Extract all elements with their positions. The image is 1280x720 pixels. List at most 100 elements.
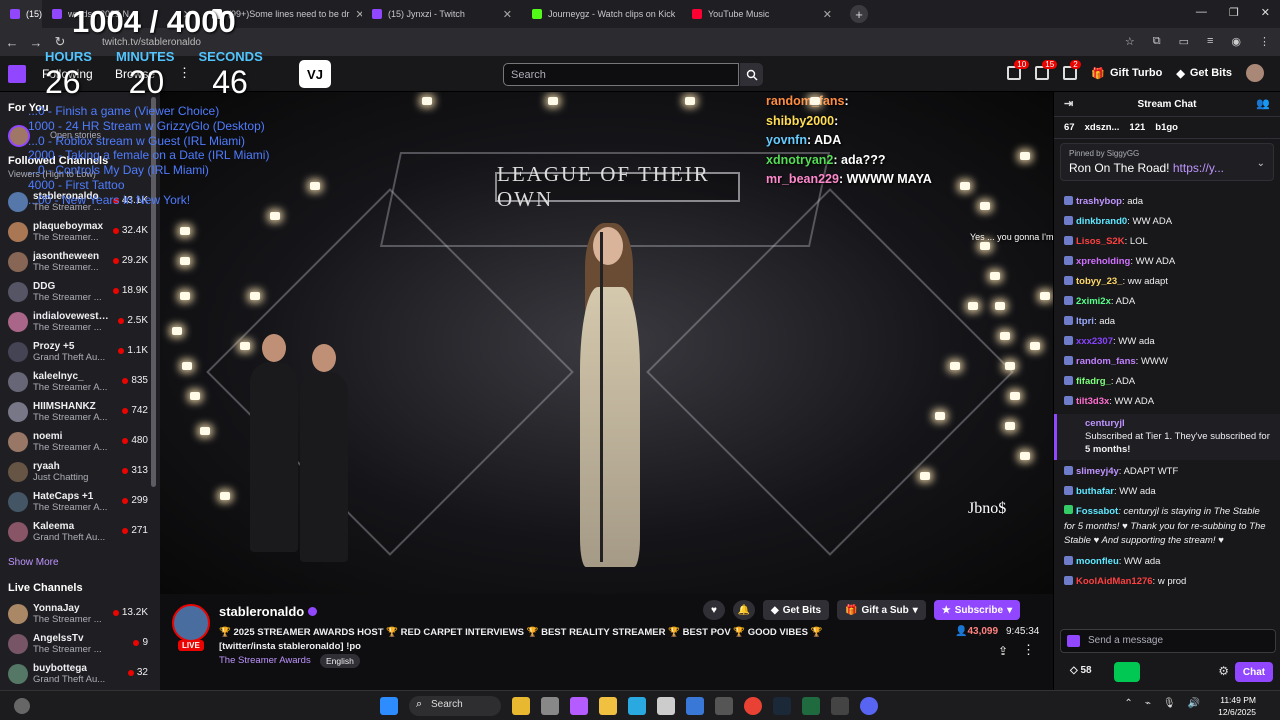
widgets-icon[interactable] <box>14 698 30 714</box>
chat-username[interactable]: trashybop <box>1076 196 1122 207</box>
network-icon[interactable]: ⌁ <box>1145 698 1151 709</box>
mail-icon[interactable] <box>686 697 704 715</box>
sidebar-channel[interactable]: Kaleema Grand Theft Au... 271 <box>8 517 148 547</box>
subscribe-button[interactable]: ★ Subscribe ▾ <box>933 600 1021 620</box>
show-more-link[interactable]: Show More <box>8 557 59 568</box>
chat-message[interactable]: xxx2307: WW ada <box>1054 332 1280 352</box>
chat-username[interactable]: buthafar <box>1076 486 1114 497</box>
whispers-icon[interactable]: 15 <box>1035 60 1058 80</box>
pinned-message[interactable]: Pinned by SiggyGG Ron On The Road! https… <box>1060 143 1274 181</box>
chat-message[interactable]: dinkbrand0: WW ADA <box>1054 212 1280 232</box>
chat-message[interactable]: moonfleu: WW ada <box>1054 552 1280 572</box>
leaderboard-entry[interactable]: 121 <box>1129 122 1145 133</box>
chevron-down-icon[interactable]: ⌄ <box>1257 158 1265 169</box>
search-input[interactable]: Search <box>503 63 739 86</box>
stream-category[interactable]: The Streamer Awards <box>219 655 311 666</box>
sidebar-channel[interactable]: AngelssTv The Streamer ... 9 <box>8 629 148 659</box>
sidebar-channel[interactable]: plaqueboymax The Streamer... 32.4K <box>8 217 148 247</box>
browser-tab[interactable]: Journeygz - Watch clips on Kick✕ <box>522 0 682 28</box>
reload-icon[interactable]: ↻ <box>48 34 72 50</box>
sidebar-channel[interactable]: Prozy +5 Grand Theft Au... 1.1K <box>8 337 148 367</box>
language-tag[interactable]: English <box>320 654 360 668</box>
chat-username[interactable]: KoolAidMan1276 <box>1076 576 1153 587</box>
sidebar-channel[interactable]: jasontheween The Streamer... 29.2K <box>8 247 148 277</box>
chat-username[interactable]: tobyy_23_ <box>1076 276 1122 287</box>
back-icon[interactable]: ← <box>0 35 24 50</box>
bot-user[interactable]: Fossabot <box>1076 506 1118 517</box>
discord-icon[interactable] <box>860 697 878 715</box>
gift-turbo-button[interactable]: 🎁 Gift Turbo <box>1091 67 1162 80</box>
twitch-logo-icon[interactable] <box>8 65 26 83</box>
chat-username[interactable]: random_fans <box>1076 356 1136 367</box>
chat-message[interactable]: random_fans: WWW <box>1054 352 1280 372</box>
streamer-avatar[interactable] <box>172 604 210 642</box>
taskbar-clock[interactable]: 11:49 PM 12/6/2025 <box>1218 694 1256 718</box>
chat-username[interactable]: xxx2307 <box>1076 336 1113 347</box>
sidebar-icon[interactable]: ▭ <box>1179 35 1189 48</box>
leaderboard-entry[interactable]: b1go <box>1155 122 1178 133</box>
chat-username[interactable]: dinkbrand0 <box>1076 216 1127 227</box>
chat-message[interactable]: 2ximi2x: ADA <box>1054 292 1280 312</box>
get-bits-top-button[interactable]: ◆ Get Bits <box>1176 67 1232 80</box>
sidebar-channel[interactable]: buybottega Grand Theft Au... 32 <box>8 659 148 689</box>
tab-close-icon[interactable]: ✕ <box>823 8 832 21</box>
chat-message[interactable]: tilt3d3x: WW ADA <box>1054 392 1280 412</box>
chat-username[interactable]: slimeyj4y <box>1076 466 1119 477</box>
extensions-icon[interactable]: ⧉ <box>1153 35 1161 48</box>
browser-menu-icon[interactable]: ⋮ <box>1259 35 1270 48</box>
sidebar-channel[interactable]: DDG The Streamer ... 18.9K <box>8 277 148 307</box>
new-tab-button[interactable]: + <box>850 5 868 23</box>
sidebar-channel[interactable]: YonnaJay The Streamer ... 13.2K <box>8 599 148 629</box>
forward-icon[interactable]: → <box>24 35 48 50</box>
tab-close-icon[interactable]: ✕ <box>355 8 362 21</box>
chat-leaderboard[interactable]: 67 xdszn... 121 b1go <box>1054 117 1280 139</box>
channel-points[interactable]: ◇ 58 <box>1070 665 1092 676</box>
sidebar-channel[interactable]: indialovewestb... The Streamer ... 2.5K <box>8 307 148 337</box>
notification-bell-button[interactable]: 🔔 <box>733 600 755 620</box>
notifications-icon[interactable]: 2 <box>1063 60 1081 80</box>
minimize-icon[interactable]: — <box>1196 6 1207 19</box>
chat-send-button[interactable]: Chat <box>1235 662 1273 682</box>
chrome-icon[interactable] <box>744 697 762 715</box>
close-icon[interactable]: ✕ <box>1261 6 1270 19</box>
chat-username[interactable]: moonfleu <box>1076 556 1119 567</box>
chat-username[interactable]: Lisos_S2K <box>1076 236 1125 247</box>
claim-bonus-icon[interactable] <box>1114 662 1140 682</box>
chat-username[interactable]: 2ximi2x <box>1076 296 1111 307</box>
gift-sub-button[interactable]: 🎁 Gift a Sub ▾ <box>837 600 926 620</box>
chat-users-icon[interactable]: 👥 <box>1256 97 1270 110</box>
leaderboard-entry[interactable]: 67 <box>1064 122 1075 133</box>
leaderboard-entry[interactable]: xdszn... <box>1085 122 1120 133</box>
task-view-icon[interactable] <box>541 697 559 715</box>
chat-settings-icon[interactable]: ⚙ <box>1218 664 1229 678</box>
chat-message[interactable]: KoolAidMan1276: w prod <box>1054 572 1280 592</box>
chat-username[interactable]: xpreholding <box>1076 256 1130 267</box>
file-explorer-icon[interactable] <box>599 697 617 715</box>
follow-heart-button[interactable]: ♥ <box>703 600 725 620</box>
video-player[interactable]: LEAGUE OF THEIR OWN random_fans: shibby2… <box>160 92 1053 594</box>
chat-message[interactable]: buthafar: WW ada <box>1054 482 1280 502</box>
obs-icon[interactable] <box>715 697 733 715</box>
sub-user[interactable]: centuryjl <box>1085 417 1271 430</box>
sidebar-channel[interactable]: noemi The Streamer A... 480 <box>8 427 148 457</box>
weather-icon[interactable] <box>512 697 530 715</box>
chat-message[interactable]: Lisos_S2K: LOL <box>1054 232 1280 252</box>
sidebar-channel[interactable]: HateCaps +1 The Streamer A... 299 <box>8 487 148 517</box>
copilot-icon[interactable] <box>570 697 588 715</box>
steam-icon[interactable] <box>773 697 791 715</box>
media-icon[interactable]: ≡ <box>1207 35 1213 48</box>
browser-tab[interactable]: (15) stablero <box>0 0 42 28</box>
chat-message[interactable]: fifadrg_: ADA <box>1054 372 1280 392</box>
chat-message[interactable]: slimeyj4y: ADAPT WTF <box>1054 462 1280 482</box>
story-avatar[interactable] <box>8 125 30 147</box>
search-button[interactable] <box>740 63 763 86</box>
inbox-icon[interactable]: 10 <box>1007 60 1030 80</box>
vj-extension-button[interactable]: VJ <box>299 60 331 88</box>
chat-input[interactable]: Send a message <box>1060 629 1276 653</box>
chat-message[interactable]: tobyy_23_: ww adapt <box>1054 272 1280 292</box>
streamer-name[interactable]: stableronaldo <box>219 604 318 619</box>
restore-icon[interactable]: ❐ <box>1229 6 1239 19</box>
taskbar-search[interactable]: Search <box>409 696 501 716</box>
collapse-chat-icon[interactable]: ⇥ <box>1064 97 1073 110</box>
start-icon[interactable] <box>380 697 398 715</box>
